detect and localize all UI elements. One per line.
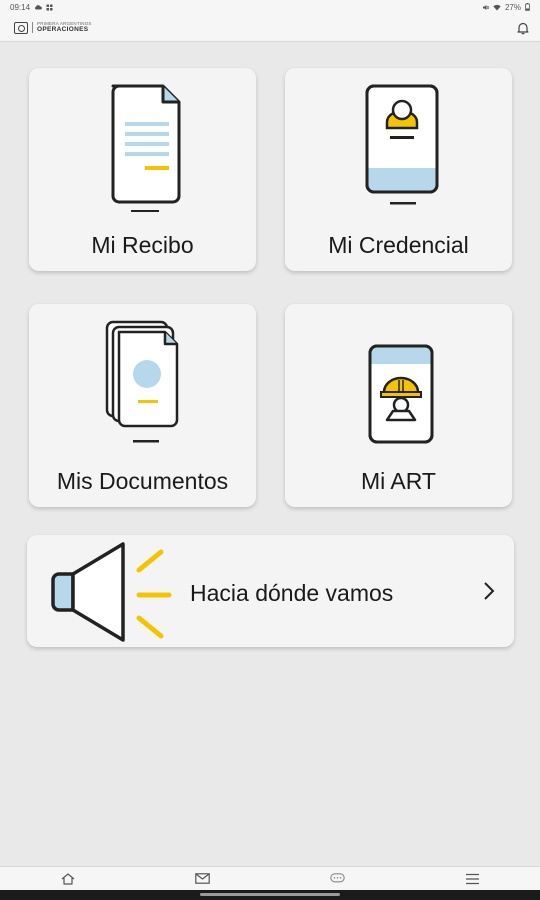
tile-mi-credencial[interactable]: Mi Credencial	[285, 68, 512, 271]
receipt-phone-icon	[111, 84, 180, 212]
documents-phone-icon	[105, 320, 178, 443]
home-icon	[61, 872, 74, 885]
chat-icon	[330, 872, 345, 882]
hardhat-worker-phone-icon	[368, 344, 433, 444]
tile-label: Mi ART	[361, 468, 436, 494]
tile-label: Mi Credencial	[328, 232, 469, 258]
brand-name: OPERACIONES	[37, 25, 89, 33]
banner-label: Hacia dónde vamos	[190, 580, 394, 606]
megaphone-icon	[51, 542, 172, 642]
tile-mi-art[interactable]: Mi ART	[285, 304, 512, 507]
nav-home[interactable]	[60, 871, 76, 887]
battery-percent: 27%	[504, 2, 521, 12]
menu-icon	[466, 873, 479, 884]
notification-icon	[46, 4, 53, 10]
tile-mis-documentos[interactable]: Mis Documentos	[29, 304, 256, 507]
tile-label: Mi Recibo	[91, 232, 194, 258]
mail-icon	[195, 873, 210, 884]
app-bar: PRIMERA ARGENTINOS OPERACIONES	[0, 14, 540, 42]
chevron-right-icon[interactable]	[482, 581, 496, 601]
cloud-icon	[35, 5, 42, 10]
nav-menu[interactable]	[465, 871, 481, 887]
status-time: 09:14	[10, 2, 31, 12]
banner-hacia-donde-vamos[interactable]: Hacia dónde vamos	[27, 535, 514, 647]
wifi-icon	[493, 4, 501, 10]
system-navigation-bar	[0, 890, 540, 900]
nav-chat[interactable]	[330, 871, 346, 887]
credential-phone-icon	[365, 84, 438, 205]
bottom-nav	[0, 866, 540, 890]
tile-label: Mis Documentos	[56, 468, 229, 494]
gesture-handle[interactable]	[200, 893, 340, 896]
status-bar: 09:14 27%	[0, 0, 540, 14]
brand: PRIMERA ARGENTINOS OPERACIONES	[14, 21, 92, 34]
mute-icon	[482, 4, 489, 10]
tile-mi-recibo[interactable]: Mi Recibo	[29, 68, 256, 271]
logo-icon	[14, 21, 28, 34]
nav-mail[interactable]	[195, 871, 211, 887]
battery-icon	[525, 3, 530, 11]
bell-icon[interactable]	[516, 21, 530, 35]
